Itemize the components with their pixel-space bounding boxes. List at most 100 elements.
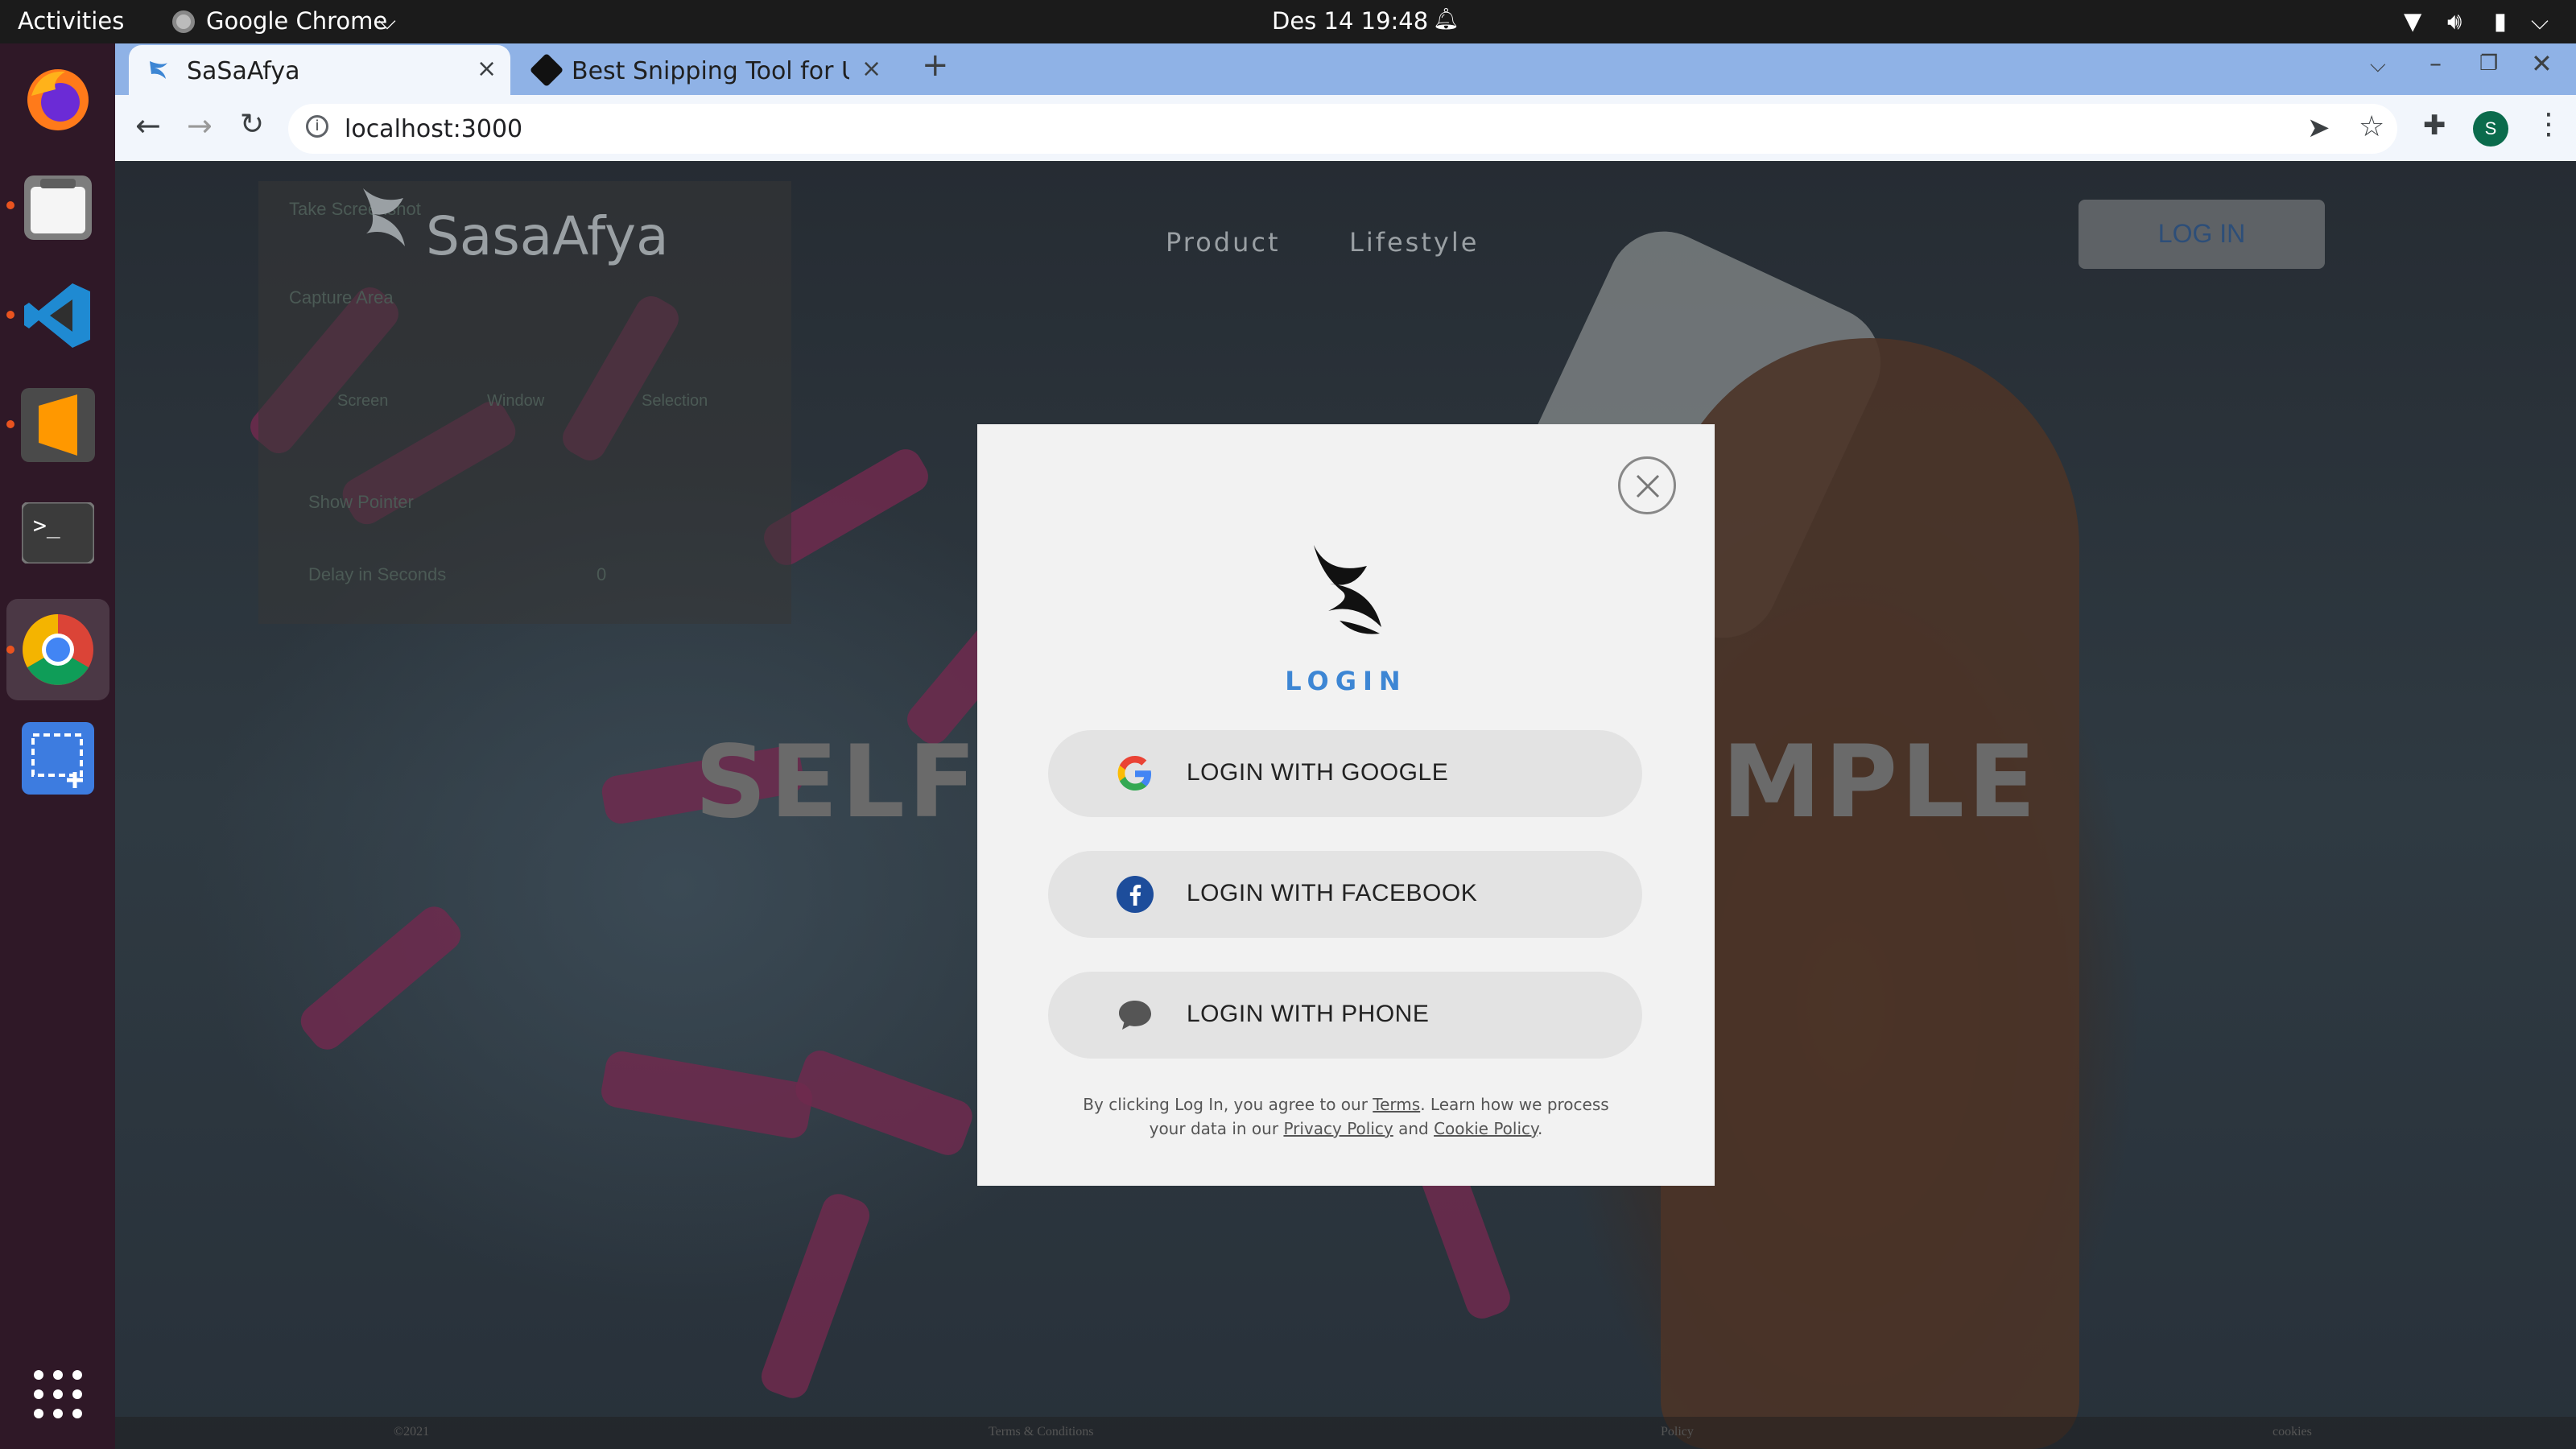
legal-text: your data in our	[1149, 1119, 1284, 1138]
site-footer: ©2021 Terms & Conditions Policy cookies	[115, 1417, 2576, 1449]
tab-search-icon[interactable]: ⌵	[2370, 53, 2386, 78]
modal-heading: LOGIN	[1285, 666, 1407, 696]
chat-bubble-icon	[1119, 1001, 1151, 1030]
chevron-down-icon[interactable]: ⌵	[378, 7, 396, 35]
login-phone-label: LOGIN WITH PHONE	[1187, 1001, 1430, 1027]
close-modal-button[interactable]	[1618, 456, 1676, 514]
snip-delay-label: Delay in Seconds	[308, 564, 447, 584]
hero-title-right: MPLE	[1722, 724, 2039, 840]
login-facebook-label: LOGIN WITH FACEBOOK	[1187, 880, 1478, 906]
legal-text: By clicking Log In, you agree to our	[1083, 1095, 1373, 1114]
reload-icon[interactable]: ↻	[240, 108, 264, 141]
files-launcher[interactable]	[6, 167, 97, 245]
tab-sasafya[interactable]: SaSaAfya ×	[129, 45, 510, 95]
menu-kebab-icon[interactable]: ⋮	[2534, 108, 2563, 141]
legal-notice: By clicking Log In, you agree to our Ter…	[977, 1092, 1715, 1141]
minimize-icon[interactable]: –	[2429, 50, 2442, 78]
extensions-icon[interactable]: ✚	[2423, 109, 2446, 142]
footer-terms-link[interactable]: Terms & Conditions	[989, 1425, 1093, 1439]
login-google-button[interactable]: LOGIN WITH GOOGLE	[1048, 730, 1642, 817]
wifi-icon[interactable]: ▼	[2404, 7, 2421, 35]
legal-text: .	[1538, 1119, 1543, 1138]
address-bar[interactable]: i localhost:3000 ➤ ☆	[288, 104, 2397, 154]
send-icon[interactable]: ➤	[2307, 112, 2330, 144]
terminal-launcher[interactable]: >_	[19, 494, 97, 572]
close-tab-icon[interactable]: ×	[477, 55, 497, 83]
bookmark-star-icon[interactable]: ☆	[2359, 110, 2384, 143]
snip-show-pointer: Show Pointer	[308, 492, 414, 512]
sublime-launcher[interactable]	[6, 386, 97, 464]
running-indicator	[6, 646, 14, 654]
footer-cookies-link[interactable]: cookies	[2273, 1425, 2312, 1439]
close-tab-icon[interactable]: ×	[861, 55, 881, 83]
chrome-launcher[interactable]	[6, 599, 109, 700]
nav-product[interactable]: Product	[1166, 227, 1281, 258]
new-tab-icon[interactable]: +	[922, 47, 949, 84]
bell-icon: 🔔︎	[1433, 7, 1460, 31]
tab-snipping-tool[interactable]: Best Snipping Tool for Ub ×	[523, 45, 894, 95]
legal-text: and	[1393, 1119, 1435, 1138]
header-login-label: LOG IN	[2157, 219, 2246, 248]
tab-title: Best Snipping Tool for Ub	[572, 57, 849, 85]
sublime-icon	[21, 388, 95, 462]
nav-lifestyle[interactable]: Lifestyle	[1349, 227, 1479, 258]
hand-decoration	[1661, 338, 2079, 1449]
snip-option-screen: Screen	[337, 392, 389, 410]
profile-avatar[interactable]: S	[2473, 111, 2508, 147]
firefox-launcher[interactable]	[19, 60, 97, 137]
chevron-down-icon[interactable]: ⌵	[2531, 7, 2549, 35]
running-indicator	[6, 311, 14, 319]
footer-policy-link[interactable]: Policy	[1661, 1425, 1694, 1439]
svg-text:>_: >_	[33, 512, 60, 539]
show-apps-button[interactable]	[19, 1356, 97, 1433]
chrome-icon	[23, 614, 93, 685]
login-facebook-button[interactable]: LOGIN WITH FACEBOOK	[1048, 851, 1642, 938]
url-text[interactable]: localhost:3000	[345, 115, 522, 143]
legal-text: . Learn how we process	[1420, 1095, 1609, 1114]
snip-section-label: Capture Area	[289, 287, 394, 308]
snip-option-window: Window	[487, 392, 545, 410]
close-icon	[1636, 474, 1660, 498]
site-logo-text[interactable]: SasaAfya	[426, 205, 669, 267]
sasafya-logo-icon	[1314, 545, 1381, 634]
header-login-button[interactable]: LOG IN	[2079, 200, 2325, 269]
screenshot-icon	[22, 722, 94, 795]
privacy-policy-link[interactable]: Privacy Policy	[1283, 1119, 1393, 1138]
app-menu[interactable]: Google Chrome	[206, 7, 387, 35]
vscode-launcher[interactable]	[6, 277, 97, 354]
login-google-label: LOGIN WITH GOOGLE	[1187, 759, 1449, 786]
lancet-decoration	[294, 900, 468, 1056]
terms-link[interactable]: Terms	[1373, 1095, 1420, 1114]
sasafya-favicon	[150, 61, 167, 79]
activities-button[interactable]: Activities	[18, 7, 124, 35]
legal-line-2: your data in our Privacy Policy and Cook…	[977, 1117, 1715, 1141]
dock: >_	[0, 43, 115, 1449]
system-top-bar: Activities Google Chrome ⌵ Des 14 19:48 …	[0, 0, 2576, 43]
restore-icon[interactable]: ❐	[2479, 52, 2498, 76]
app-grid-icon	[34, 1370, 82, 1418]
lancet-decoration	[598, 1048, 815, 1141]
files-icon	[24, 175, 92, 240]
screenshot-launcher[interactable]	[19, 720, 97, 797]
running-indicator	[6, 420, 14, 428]
forward-icon[interactable]: →	[187, 108, 213, 143]
chrome-small-icon	[172, 10, 195, 33]
footer-copyright: ©2021	[394, 1425, 430, 1439]
lancet-decoration	[791, 1046, 977, 1160]
back-icon[interactable]: ←	[135, 108, 161, 143]
snip-option-selection: Selection	[642, 392, 708, 410]
vscode-icon	[24, 283, 90, 348]
login-phone-button[interactable]: LOGIN WITH PHONE	[1048, 972, 1642, 1059]
google-icon	[1117, 756, 1151, 791]
snip-delay-value: 0	[597, 564, 607, 584]
legal-line-1: By clicking Log In, you agree to our Ter…	[977, 1092, 1715, 1117]
sasafya-logo-icon	[363, 188, 405, 246]
clock[interactable]: Des 14 19:48	[1272, 7, 1428, 35]
lancet-decoration	[757, 1189, 874, 1403]
terminal-icon: >_	[22, 502, 94, 564]
info-icon[interactable]: i	[306, 115, 328, 138]
battery-icon[interactable]: ▮	[2494, 7, 2507, 35]
cookie-policy-link[interactable]: Cookie Policy	[1434, 1119, 1538, 1138]
volume-icon[interactable]: 🔊︎	[2447, 7, 2462, 35]
close-window-icon[interactable]: ✕	[2531, 48, 2553, 79]
